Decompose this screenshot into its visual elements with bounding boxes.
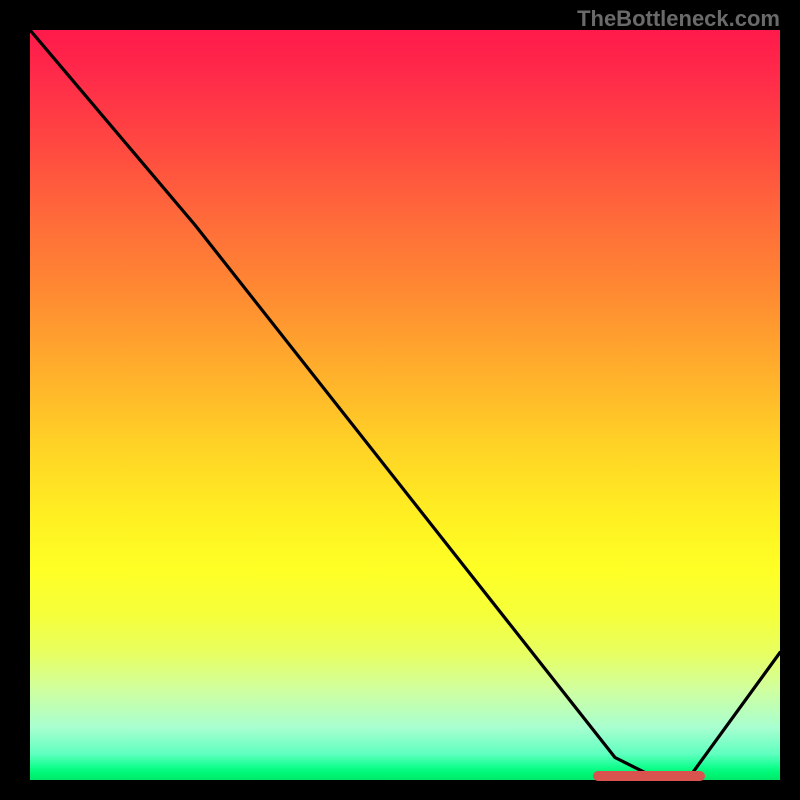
optimal-indicator	[593, 771, 706, 781]
bottleneck-curve	[30, 30, 780, 780]
watermark-text: TheBottleneck.com	[577, 6, 780, 32]
curve-path	[30, 30, 780, 776]
plot-area	[30, 30, 780, 780]
